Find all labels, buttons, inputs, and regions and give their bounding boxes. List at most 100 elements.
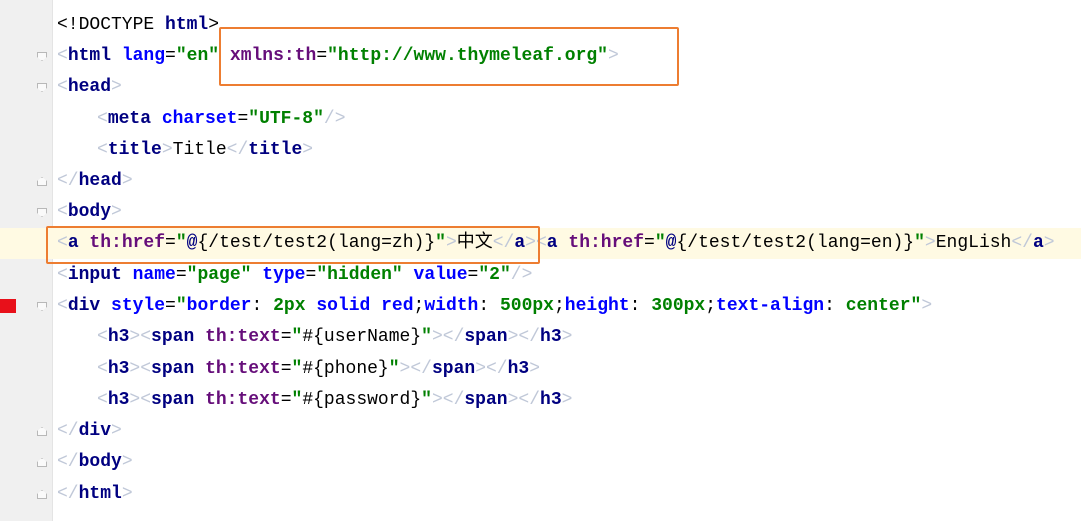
code-text: <h3><span th:text="#{phone}"></span></h3… <box>97 354 540 385</box>
code-token: </ <box>442 327 465 347</box>
namespace-highlight-box <box>219 27 679 86</box>
fold-collapse-icon[interactable] <box>37 83 47 92</box>
code-text: <meta charset="UTF-8"/> <box>97 104 346 135</box>
code-token: < <box>140 390 152 410</box>
code-token: </ <box>57 421 79 441</box>
code-line-body-close[interactable]: </body> <box>0 447 1081 478</box>
code-line-input-hidden[interactable]: <input name="page" type="hidden" value="… <box>0 260 1081 291</box>
code-token: > <box>111 77 122 97</box>
code-token: > <box>302 140 314 160</box>
code-token: type <box>262 265 306 285</box>
code-token: span <box>151 390 206 410</box>
code-token: < <box>97 109 108 129</box>
code-token: th:text <box>205 327 281 347</box>
code-line-div-close[interactable]: </div> <box>0 416 1081 447</box>
code-token: > <box>1043 233 1055 253</box>
code-token: < <box>97 359 108 379</box>
code-token: > <box>529 359 541 379</box>
code-editor[interactable]: <!DOCTYPE html> <html lang="en" xmlns:th=… <box>0 0 1081 521</box>
code-text: <head> <box>57 72 122 103</box>
code-token: > <box>561 327 573 347</box>
code-token: > <box>121 484 133 504</box>
code-line-html-close[interactable]: </html> <box>0 479 1081 510</box>
code-token: title <box>107 140 162 160</box>
code-token: < <box>57 202 68 222</box>
code-token: span <box>151 359 206 379</box>
code-token: > <box>111 202 122 222</box>
fold-collapse-icon[interactable] <box>37 208 47 217</box>
code-line-div-open[interactable]: <div style="border: 2px solid red;width:… <box>0 291 1081 322</box>
code-token: a <box>1032 233 1044 253</box>
code-token: html <box>67 46 122 66</box>
breakpoint-icon[interactable] <box>0 299 16 313</box>
code-token: = <box>467 265 479 285</box>
code-line-meta[interactable]: <meta charset="UTF-8"/> <box>0 104 1081 135</box>
code-token: > <box>121 452 133 472</box>
code-text: <title>Title</title> <box>97 135 313 166</box>
fold-end-icon[interactable] <box>37 177 47 186</box>
code-token: body <box>67 202 112 222</box>
code-token: #{userName} <box>302 327 422 347</box>
fold-end-icon[interactable] <box>37 427 47 436</box>
code-line-h3-username[interactable]: <h3><span th:text="#{userName}"></span><… <box>0 322 1081 353</box>
code-line-head-close[interactable]: </head> <box>0 166 1081 197</box>
code-token: </ <box>57 484 79 504</box>
fold-end-icon[interactable] <box>37 490 47 499</box>
code-token: "UTF-8" <box>248 109 324 129</box>
code-line-body-open[interactable]: <body> <box>0 197 1081 228</box>
code-token: html <box>78 484 122 504</box>
code-token: " <box>388 359 400 379</box>
code-token: html <box>165 15 209 35</box>
code-token: solid red <box>316 296 414 316</box>
code-text: <h3><span th:text="#{userName}"></span><… <box>97 322 572 353</box>
code-text: </html> <box>57 479 133 510</box>
code-token: text-align <box>716 296 825 316</box>
code-token: < <box>97 327 108 347</box>
code-token: </ <box>57 171 79 191</box>
code-token: = <box>644 233 655 253</box>
code-token: > <box>921 296 933 316</box>
code-token: 2px <box>273 296 317 316</box>
code-token: th:href <box>568 233 645 253</box>
code-token: 300px <box>651 296 706 316</box>
code-token: h3 <box>540 327 562 347</box>
code-token: EngLish <box>935 233 1012 253</box>
code-token: span <box>464 327 508 347</box>
code-token: width <box>424 296 479 316</box>
code-token: lang <box>121 46 166 66</box>
code-token: span <box>464 390 508 410</box>
code-token: < <box>140 327 152 347</box>
fold-collapse-icon[interactable] <box>37 52 47 61</box>
code-token: "page" <box>186 265 263 285</box>
fold-end-icon[interactable] <box>37 458 47 467</box>
code-token: /> <box>510 265 533 285</box>
code-token: > <box>399 359 411 379</box>
code-token: head <box>67 77 112 97</box>
code-token: = <box>175 265 187 285</box>
code-token: " <box>421 327 432 347</box>
fold-collapse-icon[interactable] <box>37 302 47 311</box>
code-token: " <box>421 390 432 410</box>
code-line-title[interactable]: <title>Title</title> <box>0 135 1081 166</box>
code-line-h3-password[interactable]: <h3><span th:text="#{password}"></span><… <box>0 385 1081 416</box>
code-token: > <box>129 359 141 379</box>
code-token: " <box>654 233 666 253</box>
code-token: head <box>78 171 122 191</box>
code-token: "2" <box>478 265 511 285</box>
code-text: </div> <box>57 416 122 447</box>
code-line-h3-phone[interactable]: <h3><span th:text="#{phone}"></span></h3… <box>0 354 1081 385</box>
code-token: value <box>413 265 468 285</box>
code-token: = <box>280 327 292 347</box>
code-text: <input name="page" type="hidden" value="… <box>57 260 532 291</box>
code-text: </head> <box>57 166 133 197</box>
code-token: /> <box>323 109 346 129</box>
code-token: </ <box>226 140 249 160</box>
link-highlight-box <box>46 226 540 264</box>
code-token: > <box>121 171 133 191</box>
code-token: th:text <box>205 390 281 410</box>
code-token: h3 <box>107 390 130 410</box>
code-token: > <box>208 15 220 35</box>
code-token: h3 <box>507 359 530 379</box>
code-token: < <box>57 77 68 97</box>
code-text: <div style="border: 2px solid red;width:… <box>57 291 932 322</box>
